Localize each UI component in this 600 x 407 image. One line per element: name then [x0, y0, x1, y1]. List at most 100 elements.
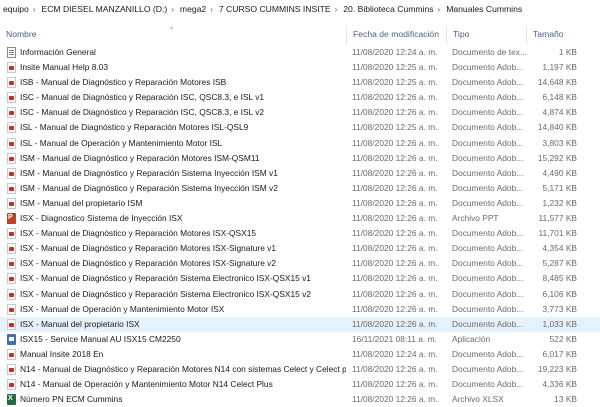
file-type: Documento Adob... [452, 62, 524, 73]
file-name: ISX - Manual de Operación y Mantenimient… [20, 303, 225, 314]
file-row[interactable]: ISX - Manual de Diagnóstico y Reparación… [0, 226, 600, 241]
pdf-file-icon [7, 197, 16, 209]
text-file-icon [7, 47, 16, 58]
pdf-file-icon [7, 122, 16, 134]
file-size: 6,106 KB [542, 288, 577, 299]
file-name: Insite Manual Help 8.03 [20, 62, 108, 73]
file-size: 13 KB [554, 394, 577, 405]
file-row[interactable]: ISX - Manual de Diagnóstico y Reparación… [0, 241, 600, 256]
file-type: Documento Adob... [452, 137, 524, 148]
column-header-type-label: Tipo [453, 29, 470, 39]
file-date: 11/08/2020 12:26 a. m. [352, 107, 438, 118]
file-type: Documento Adob... [452, 348, 524, 359]
file-type: Documento Adob... [452, 77, 524, 88]
file-row[interactable]: ISM - Manual de Diagnóstico y Reparación… [0, 151, 600, 166]
file-name: ISC - Manual de Diagnóstico y Reparación… [20, 92, 265, 103]
pdf-file-icon [7, 167, 16, 179]
column-header-date[interactable]: Fecha de modificación [346, 26, 446, 44]
file-name: ISL - Manual de Diagnóstico y Reparación… [20, 122, 249, 133]
file-date: 11/08/2020 12:26 a. m. [352, 213, 438, 224]
pdf-file-icon [7, 152, 16, 164]
column-header-name[interactable]: Nombre ^ [0, 26, 346, 44]
file-date: 11/08/2020 12:26 a. m. [352, 273, 438, 284]
file-size: 522 KB [549, 333, 577, 344]
file-row[interactable]: Número PN ECM Cummins 11/08/2020 12:26 a.… [0, 391, 600, 407]
file-row[interactable]: ISX - Manual de Diagnóstico y Reparación… [0, 287, 600, 302]
breadcrumb-item[interactable]: mega2 [177, 4, 207, 14]
file-date: 11/08/2020 12:26 a. m. [352, 303, 438, 314]
file-type: Documento Adob... [452, 152, 524, 163]
file-date: 11/08/2020 12:26 a. m. [352, 258, 438, 269]
file-type: Archivo PPT [452, 213, 499, 224]
file-date: 11/08/2020 12:25 a. m. [352, 77, 438, 88]
file-date: 11/08/2020 12:26 a. m. [352, 363, 438, 374]
file-row[interactable]: ISX - Manual de Operación y Mantenimient… [0, 302, 600, 317]
file-date: 11/08/2020 12:26 a. m. [352, 182, 438, 193]
pdf-file-icon [7, 273, 16, 285]
file-size: 1,197 KB [542, 62, 577, 73]
file-date: 11/08/2020 12:26 a. m. [352, 318, 438, 329]
file-size: 1,232 KB [542, 197, 577, 208]
file-row[interactable]: ISX - Manual de Diagnóstico y Reparación… [0, 256, 600, 271]
pdf-file-icon [7, 348, 16, 360]
file-name: ISL - Manual de Operación y Mantenimient… [20, 137, 223, 148]
pdf-file-icon [7, 62, 16, 74]
file-name: N14 - Manual de Diagnóstico y Reparación… [20, 363, 346, 374]
file-date: 11/08/2020 12:25 a. m. [352, 62, 438, 73]
application-icon [7, 333, 16, 345]
file-name: ISM - Manual de Diagnóstico y Reparación… [20, 182, 278, 193]
excel-file-icon [7, 391, 16, 406]
pdf-file-icon [7, 77, 16, 89]
file-name: ISC - Manual de Diagnóstico y Reparación… [20, 107, 265, 118]
file-row[interactable]: ISL - Manual de Operación y Mantenimient… [0, 136, 600, 151]
breadcrumb-item[interactable]: Manuales Cummins [443, 4, 523, 14]
column-header-type[interactable]: Tipo [446, 26, 526, 44]
breadcrumb-item[interactable]: ECM DIESEL MANZANILLO (D:) [38, 4, 168, 14]
file-row[interactable]: Información General 11/08/2020 12:24 a. m… [0, 45, 600, 60]
file-row[interactable]: ISC - Manual de Diagnóstico y Reparación… [0, 90, 600, 105]
file-row[interactable]: ISB - Manual de Diagnóstico y Reparación… [0, 75, 600, 90]
powerpoint-file-icon [7, 210, 16, 225]
file-row[interactable]: ISX - Manual del propietario ISX 11/08/20… [0, 316, 600, 332]
column-header-size[interactable]: Tamaño [526, 26, 586, 44]
file-type: Documento Adob... [452, 92, 524, 103]
file-row[interactable]: ISL - Manual de Diagnóstico y Reparación… [0, 120, 600, 135]
file-date: 16/11/2021 08:11 a. m. [352, 333, 437, 344]
file-name: ISX - Manual del propietario ISX [20, 318, 140, 329]
breadcrumb-item[interactable]: 20. Biblioteca Cummins [340, 4, 434, 14]
pdf-file-icon [7, 243, 16, 255]
file-row[interactable]: ISX - Diagnostico Sistema de Inyección I… [0, 210, 600, 226]
pdf-file-icon [7, 288, 16, 300]
file-size: 6,148 KB [542, 92, 577, 103]
file-row[interactable]: ISM - Manual de Diagnóstico y Reparación… [0, 181, 600, 196]
file-type: Documento Adob... [452, 273, 524, 284]
file-row[interactable]: N14 - Manual de Diagnóstico y Reparación… [0, 362, 600, 377]
file-row[interactable]: ISX15 - Service Manual AU ISX15 CM2250 16… [0, 332, 600, 347]
file-size: 5,171 KB [542, 182, 577, 193]
file-row[interactable]: ISM - Manual de Diagnóstico y Reparación… [0, 166, 600, 181]
file-date: 11/08/2020 12:26 a. m. [352, 394, 438, 405]
file-row[interactable]: ISM - Manual del propietario ISM 11/08/20… [0, 196, 600, 211]
file-row[interactable]: Insite Manual Help 8.03 11/08/2020 12:25 … [0, 60, 600, 75]
file-row[interactable]: Manual Insite 2018 En 11/08/2020 12:24 a.… [0, 347, 600, 362]
file-date: 11/08/2020 12:26 a. m. [352, 92, 438, 103]
breadcrumb-separator-icon: › [171, 4, 174, 14]
file-name: ISX - Manual de Diagnóstico y Reparación… [20, 258, 277, 269]
file-name: ISX - Manual de Diagnóstico y Reparación… [20, 243, 277, 254]
file-date: 11/08/2020 12:26 a. m. [352, 152, 438, 163]
file-size: 14,648 KB [537, 77, 577, 88]
file-name: ISX - Manual de Diagnóstico y Reparación… [20, 228, 257, 239]
file-size: 19,223 KB [537, 363, 577, 374]
file-row[interactable]: ISC - Manual de Diagnóstico y Reparación… [0, 105, 600, 120]
file-type: Documento Adob... [452, 243, 524, 254]
file-row[interactable]: ISX - Manual de Diagnóstico y Reparación… [0, 271, 600, 286]
file-type: Aplicación [452, 333, 491, 344]
pdf-file-icon [7, 92, 16, 104]
breadcrumb-separator-icon: › [334, 4, 338, 14]
file-name: Número PN ECM Cummins [20, 394, 123, 405]
file-size: 1,033 KB [542, 318, 577, 329]
file-row[interactable]: N14 - Manual de Operación y Mantenimient… [0, 377, 600, 392]
breadcrumb-item[interactable]: equipo [0, 4, 30, 14]
breadcrumb-item[interactable]: 7 CURSO CUMMINS INSITE [216, 4, 332, 14]
column-header-size-label: Tamaño [533, 29, 564, 39]
